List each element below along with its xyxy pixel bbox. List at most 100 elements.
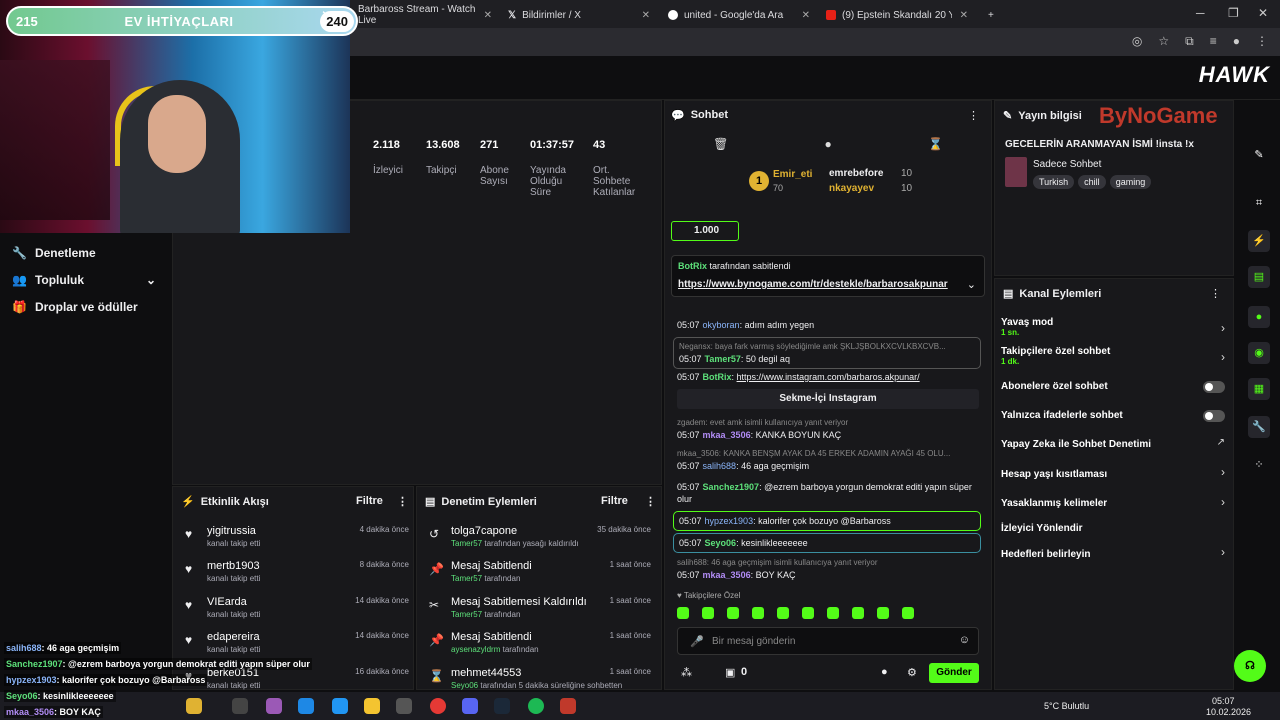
second-name[interactable]: emrebefore — [829, 168, 883, 179]
close-icon[interactable]: ✕ — [642, 10, 650, 21]
more-icon[interactable]: ⋮ — [645, 495, 656, 508]
star-icon[interactable]: ☆ — [1158, 34, 1169, 49]
msg-user[interactable]: mkaa_3506 — [703, 430, 751, 440]
chat-message[interactable]: 05:07 okyboran: adım adım yegen — [677, 319, 981, 331]
chat-message[interactable]: Negansx: baya fark varmış söylediğimle a… — [673, 337, 981, 369]
msg-user[interactable]: Tamer57 — [705, 354, 741, 364]
edge-icon[interactable] — [298, 698, 314, 714]
dots-icon[interactable]: ⁘ — [1248, 454, 1270, 476]
profile-icon[interactable]: ● — [1233, 34, 1240, 49]
emote-icon[interactable] — [777, 607, 789, 619]
tab-google[interactable]: united - Google'da Ara ✕ — [660, 4, 818, 26]
more-icon[interactable]: ⋮ — [968, 109, 979, 122]
emote-icon[interactable] — [727, 607, 739, 619]
emoji-icon[interactable]: ☺ — [959, 634, 970, 646]
action-banned-words[interactable]: Yasaklanmış kelimeler — [1001, 498, 1107, 509]
eye-off-icon[interactable]: ◎ — [1132, 34, 1142, 49]
close-window-icon[interactable]: ✕ — [1258, 6, 1268, 20]
maximize-icon[interactable]: ❐ — [1228, 6, 1239, 20]
chat-message[interactable]: zgadem: evet amk isimli kullanıcıya yanı… — [677, 417, 981, 441]
msg-user[interactable]: Sanchez1907 — [703, 482, 760, 492]
chevron-right-icon[interactable]: › — [1221, 465, 1225, 479]
msg-link[interactable]: https://www.instagram.com/barbaros.akpun… — [737, 372, 920, 382]
msg-user[interactable]: hypzex1903 — [705, 516, 754, 526]
tab-youtube[interactable]: (9) Epstein Skandalı 20 YIL BO ✕ — [818, 4, 976, 26]
nav-community[interactable]: 👥 Topluluk ⌄ — [12, 273, 172, 287]
msg-user[interactable]: salih688 — [703, 461, 737, 471]
more-icon[interactable]: ⋮ — [1210, 287, 1221, 300]
msg-user[interactable]: Seyo06 — [705, 538, 737, 548]
spotify-icon[interactable] — [528, 698, 544, 714]
msg-user[interactable]: mkaa_3506 — [703, 570, 751, 580]
chat-message[interactable]: 05:07 BotRix: https://www.instagram.com/b… — [677, 371, 981, 383]
close-icon[interactable]: ✕ — [484, 10, 492, 21]
filter-button[interactable]: Filtre — [356, 495, 383, 507]
action-account-age[interactable]: Hesap yaşı kısıtlaması — [1001, 469, 1107, 480]
send-button[interactable]: Gönder — [929, 663, 979, 683]
chat-bubble-icon[interactable]: ● — [881, 666, 888, 678]
copilot-icon[interactable] — [266, 698, 282, 714]
xbox-icon[interactable] — [396, 698, 412, 714]
msg-user[interactable]: BotRix — [703, 372, 732, 382]
action-goals[interactable]: Hedefleri belirleyin — [1001, 549, 1090, 560]
gear-icon[interactable]: ⚙ — [907, 666, 917, 679]
mic-icon[interactable]: 🎤 — [690, 635, 704, 648]
tag[interactable]: Turkish — [1033, 175, 1075, 189]
gift-counter[interactable]: 1.000 — [671, 221, 739, 241]
tag[interactable]: chill — [1078, 175, 1106, 189]
action-redirect-viewers[interactable]: İzleyici Yönlendir — [1001, 523, 1083, 534]
layout-icon[interactable]: ▦ — [1248, 378, 1270, 400]
task-view-icon[interactable] — [232, 698, 248, 714]
chat-message-highlighted[interactable]: 05:07 hypzex1903: kalorifer çok bozuyo @B… — [673, 511, 981, 531]
chevron-right-icon[interactable]: › — [1221, 321, 1225, 335]
chevron-right-icon[interactable]: › — [1221, 350, 1225, 364]
instagram-button[interactable]: Sekme-İçi Instagram — [677, 389, 979, 409]
chat-message[interactable]: 05:07 Sanchez1907: @ezrem barboya yorgun … — [677, 481, 981, 505]
close-icon[interactable]: ✕ — [802, 10, 810, 21]
third-name[interactable]: nkayayev — [829, 183, 874, 194]
emote-icon[interactable] — [677, 607, 689, 619]
emote-icon[interactable] — [752, 607, 764, 619]
tab-barbaross[interactable]: Barbaross Stream - Watch Live ✕ — [350, 4, 500, 26]
chevron-down-icon[interactable]: ⌄ — [967, 278, 976, 291]
chat-message[interactable]: mkaa_3506: KANKA BENŞM AYAK DA 45 ERKEK … — [677, 448, 981, 472]
chrome-icon[interactable] — [430, 698, 446, 714]
close-icon[interactable]: ✕ — [960, 10, 968, 21]
chevron-right-icon[interactable]: › — [1221, 545, 1225, 559]
weather-text[interactable]: 5°C Bulutlu — [1044, 701, 1089, 711]
category-name[interactable]: Sadece Sohbet — [1033, 159, 1101, 170]
discord-icon[interactable] — [462, 698, 478, 714]
tab-x-notifications[interactable]: 𝕏 Bildirimler / X ✕ — [500, 4, 658, 26]
hourglass-icon[interactable]: ⌛ — [928, 137, 943, 151]
chat-bubble-icon[interactable]: ● — [825, 137, 832, 151]
category-thumbnail[interactable] — [1005, 157, 1027, 187]
menu-icon[interactable]: ⋮ — [1256, 34, 1268, 49]
nav-drops[interactable]: 🎁 Droplar ve ödüller — [12, 300, 138, 314]
mail-icon[interactable] — [332, 698, 348, 714]
chat-icon[interactable]: ● — [1248, 306, 1270, 328]
chat-input[interactable]: 🎤 Bir mesaj gönderin ☺ — [677, 627, 979, 655]
emote-icon[interactable] — [852, 607, 864, 619]
emote-icon[interactable] — [702, 607, 714, 619]
media-icon[interactable]: ≡ — [1210, 34, 1217, 49]
widgets-icon[interactable] — [186, 698, 202, 714]
emote-icon[interactable] — [877, 607, 889, 619]
emote-icon[interactable] — [827, 607, 839, 619]
trash-icon[interactable]: 🗑 — [713, 137, 728, 151]
chevron-right-icon[interactable]: › — [1221, 495, 1225, 509]
broadcast-icon[interactable]: ◉ — [1248, 342, 1270, 364]
emote-icon[interactable] — [802, 607, 814, 619]
steam-icon[interactable] — [494, 698, 510, 714]
pencil-icon[interactable]: ✎ — [1248, 144, 1270, 166]
obs-icon[interactable] — [560, 698, 576, 714]
action-ai-moderation[interactable]: Yapay Zeka ile Sohbet Denetimi — [1001, 439, 1151, 450]
new-tab-button[interactable]: + — [980, 4, 1000, 26]
external-link-icon[interactable]: ↗ — [1217, 437, 1225, 448]
help-button[interactable]: ☊ — [1234, 650, 1266, 682]
action-followers-only[interactable]: Takipçilere özel sohbet 1 dk. — [1001, 346, 1227, 366]
wrench-icon[interactable]: 🔧 — [1248, 416, 1270, 438]
emote-icon[interactable] — [902, 607, 914, 619]
minimize-icon[interactable]: ─ — [1196, 6, 1205, 20]
extensions-icon[interactable]: ⧉ — [1185, 34, 1194, 49]
clock-time[interactable]: 05:07 — [1212, 696, 1235, 706]
